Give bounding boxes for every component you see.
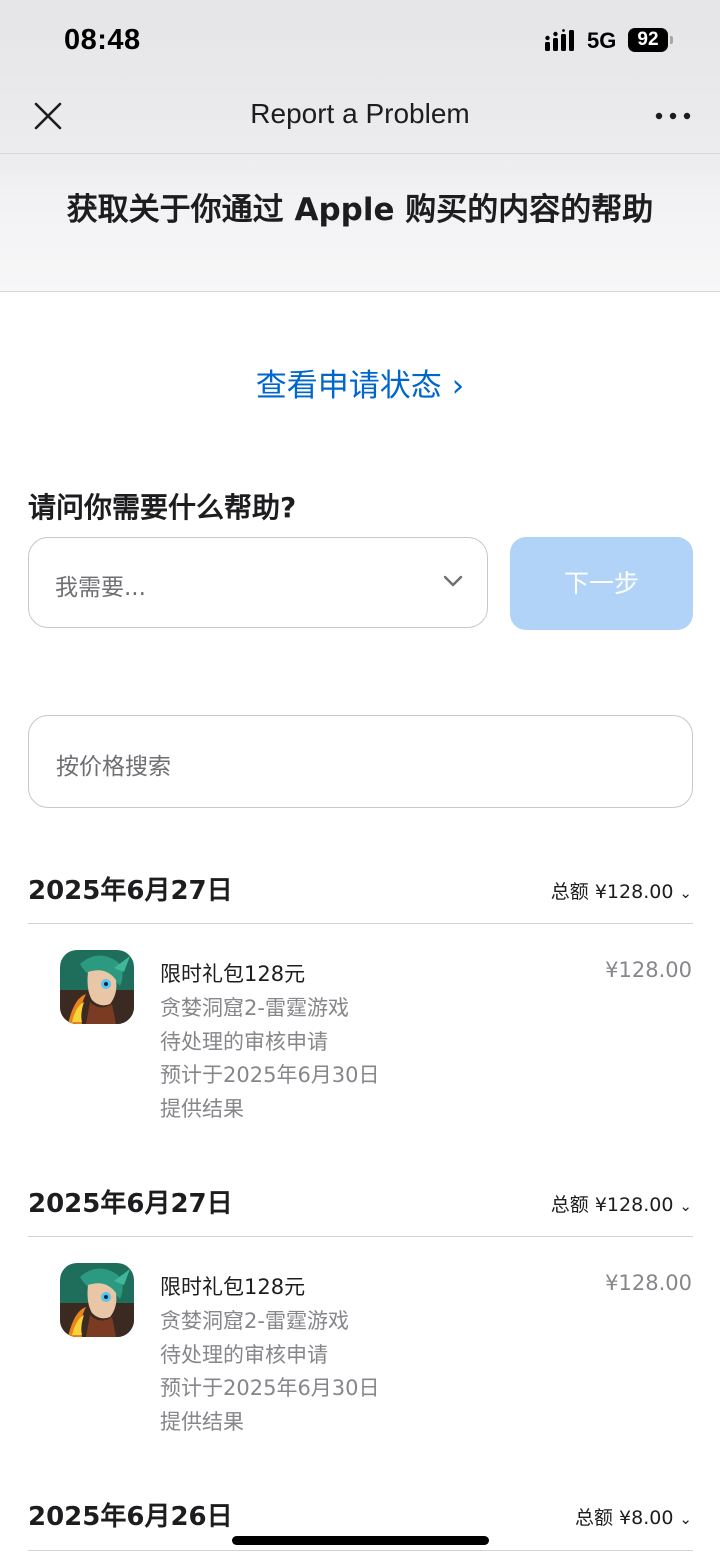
item-eta: 预计于2025年6月30日 [160, 1376, 380, 1400]
purchase-date: 2025年6月27日 [28, 876, 233, 906]
search-placeholder: 按价格搜索 [56, 754, 171, 780]
status-time: 08:48 [64, 24, 141, 56]
home-indicator [232, 1536, 489, 1545]
item-app-name: 贪婪洞窟2-雷霆游戏 [160, 1309, 349, 1333]
view-request-status-link[interactable]: 查看申请状态 › [0, 360, 720, 405]
help-type-select[interactable]: 我需要... [28, 537, 488, 628]
item-status: 待处理的审核申请 [160, 1343, 328, 1367]
app-icon [60, 950, 134, 1024]
battery-level: 92 [628, 28, 668, 52]
help-heading: 请问你需要什么帮助? [28, 491, 297, 524]
chevron-down-icon: ⌄ [679, 1510, 692, 1528]
item-title[interactable]: 限时礼包128元 [160, 958, 305, 988]
view-request-status-label[interactable]: 查看申请状态 [256, 368, 442, 404]
item-app-name: 贪婪洞窟2-雷霆游戏 [160, 996, 349, 1020]
help-type-value[interactable]: 我需要... [55, 568, 146, 602]
purchase-total[interactable]: 总额 ¥8.00 ⌄ [575, 1503, 692, 1530]
price-search-input[interactable]: 按价格搜索 [28, 715, 693, 808]
chevron-down-icon: ⌄ [679, 884, 692, 902]
network-label: 5G [587, 28, 617, 53]
item-eta-suffix: 提供结果 [160, 1410, 244, 1434]
battery-tip [670, 36, 673, 44]
purchase-date: 2025年6月26日 [28, 1502, 233, 1532]
close-icon[interactable] [30, 98, 66, 134]
nav-title: Report a Problem [250, 98, 470, 129]
item-status: 待处理的审核申请 [160, 1030, 328, 1054]
battery-icon: 92 [628, 28, 674, 52]
signal-icon [545, 29, 574, 51]
purchase-total[interactable]: 总额 ¥128.00 ⌄ [551, 1190, 692, 1217]
chevron-right-icon: › [451, 368, 465, 404]
item-price: ¥128.00 [605, 958, 692, 982]
page-title: 获取关于你通过 Apple 购买的内容的帮助 [66, 192, 654, 228]
purchase-total-label[interactable]: 总额 ¥128.00 [551, 1194, 674, 1216]
next-button[interactable]: 下一步 [510, 537, 693, 630]
chevron-down-icon: ⌄ [679, 1197, 692, 1215]
group-divider [28, 923, 693, 924]
purchase-total-label[interactable]: 总额 ¥8.00 [575, 1507, 673, 1529]
purchase-date: 2025年6月27日 [28, 1189, 233, 1219]
item-eta-suffix: 提供结果 [160, 1097, 244, 1121]
hero-divider [0, 291, 720, 292]
app-icon [60, 1263, 134, 1337]
purchase-total[interactable]: 总额 ¥128.00 ⌄ [551, 877, 692, 904]
item-title[interactable]: 限时礼包128元 [160, 1271, 305, 1301]
chevron-down-icon [443, 575, 463, 587]
item-price: ¥128.00 [605, 1271, 692, 1295]
group-divider [28, 1236, 693, 1237]
purchase-total-label[interactable]: 总额 ¥128.00 [551, 881, 674, 903]
group-divider [28, 1550, 693, 1551]
item-eta: 预计于2025年6月30日 [160, 1063, 380, 1087]
nav-divider [0, 153, 720, 154]
more-icon[interactable] [652, 106, 694, 126]
